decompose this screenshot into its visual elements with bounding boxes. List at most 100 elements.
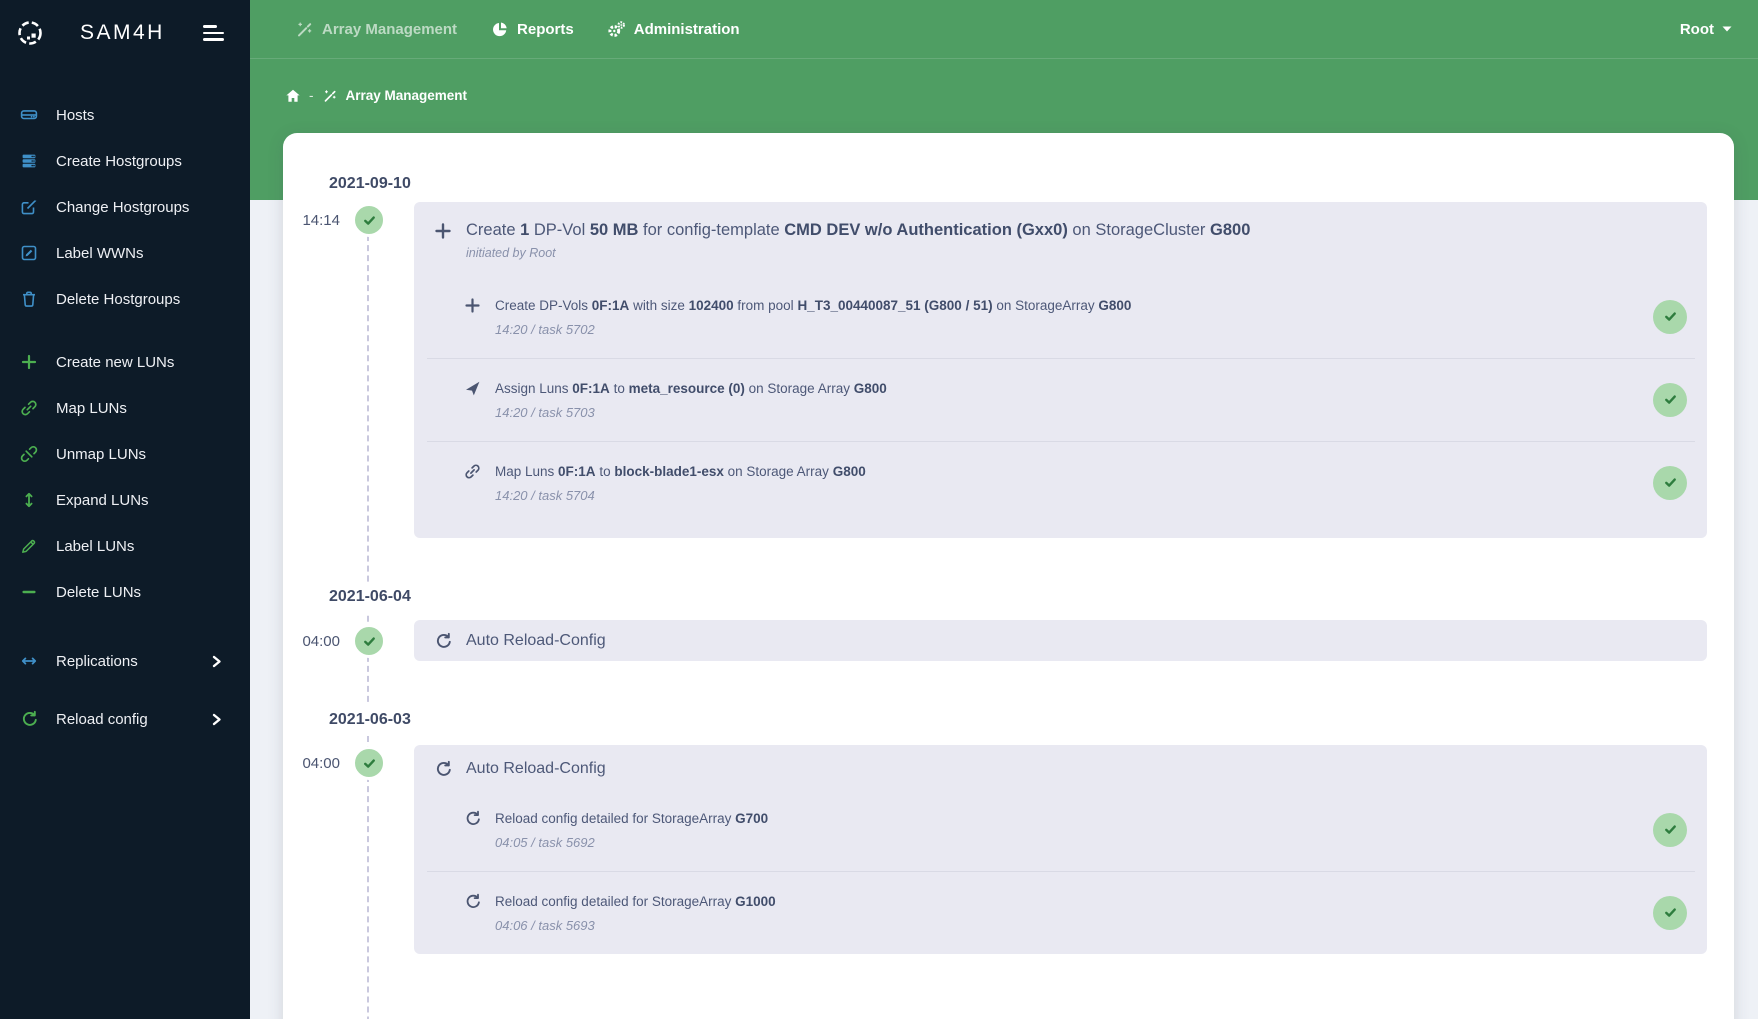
sidebar-item-label: Expand LUNs bbox=[56, 491, 149, 509]
plus-icon bbox=[464, 297, 481, 314]
content-panel: 2021-09-10 14:14 Create 1 DP-Vol 50 MB f… bbox=[283, 133, 1734, 1019]
sidebar-item-label: Delete LUNs bbox=[56, 583, 142, 601]
sidebar-item-label: Unmap LUNs bbox=[56, 445, 147, 463]
sidebar-item-change-hostgroups[interactable]: Change Hostgroups bbox=[0, 184, 250, 230]
arrows-vertical-icon bbox=[20, 491, 38, 509]
caret-down-icon bbox=[1722, 26, 1732, 32]
sidebar-item-delete-hostgroups[interactable]: Delete Hostgroups bbox=[0, 276, 250, 322]
success-check-badge bbox=[1653, 812, 1687, 847]
plus-icon bbox=[20, 353, 38, 371]
user-name: Root bbox=[1679, 20, 1714, 38]
sidebar-item-label: Change Hostgroups bbox=[56, 198, 190, 216]
success-check-badge bbox=[352, 624, 386, 658]
event-card: Auto Reload-Config bbox=[414, 620, 1707, 661]
task-text: Create DP-Vols 0F:1A with size 102400 fr… bbox=[495, 298, 1132, 313]
rotate-right-icon bbox=[434, 760, 452, 778]
task-meta: 14:20 / task 5704 bbox=[495, 488, 595, 503]
event-card-header: Create 1 DP-Vol 50 MB for config-templat… bbox=[414, 202, 1707, 275]
pie-chart-icon bbox=[491, 21, 508, 38]
breadcrumb-page-label[interactable]: Array Management bbox=[346, 88, 468, 103]
task-meta: 04:05 / task 5692 bbox=[495, 835, 595, 850]
nav-item-administration[interactable]: Administration bbox=[608, 21, 740, 38]
sidebar-item-unmap-luns[interactable]: Unmap LUNs bbox=[0, 431, 250, 477]
nav-item-reports[interactable]: Reports bbox=[491, 21, 574, 38]
minus-icon bbox=[20, 583, 38, 601]
sidebar-header: SAM4H bbox=[0, 0, 250, 66]
sidebar-item-label-wwns[interactable]: Label WWNs bbox=[0, 230, 250, 276]
gears-icon bbox=[608, 20, 625, 38]
task-row: Map Luns 0F:1A to block-blade1-esx on St… bbox=[414, 441, 1707, 524]
nav-item-label: Administration bbox=[633, 20, 740, 38]
main-area: Array Management Reports Administration … bbox=[250, 0, 1758, 1019]
timeline-event: 14:14 Create 1 DP-Vol 50 MB for config-t… bbox=[283, 202, 1734, 538]
pen-square-icon bbox=[20, 244, 38, 262]
success-check-badge bbox=[1653, 465, 1687, 500]
magic-wand-icon bbox=[323, 89, 337, 103]
rotate-right-icon bbox=[434, 632, 452, 650]
sidebar-item-expand-luns[interactable]: Expand LUNs bbox=[0, 477, 250, 523]
user-menu[interactable]: Root bbox=[1672, 20, 1732, 48]
event-title: Create 1 DP-Vol 50 MB for config-templat… bbox=[466, 221, 1251, 239]
success-check-badge bbox=[1653, 382, 1687, 417]
timeline-date: 2021-09-10 bbox=[329, 169, 421, 199]
edit-square-icon bbox=[20, 198, 38, 216]
task-text: Assign Luns 0F:1A to meta_resource (0) o… bbox=[495, 381, 887, 396]
server-stack-icon bbox=[20, 152, 38, 170]
sidebar-item-label: Label WWNs bbox=[56, 244, 144, 262]
arrows-horizontal-icon bbox=[20, 652, 38, 670]
sidebar-item-label: Label LUNs bbox=[56, 537, 135, 555]
breadcrumb: - Array Management bbox=[286, 88, 467, 103]
event-time: 14:14 bbox=[302, 211, 340, 229]
pencil-icon bbox=[20, 537, 38, 555]
event-card: Create 1 DP-Vol 50 MB for config-templat… bbox=[414, 202, 1707, 538]
task-row: Create DP-Vols 0F:1A with size 102400 fr… bbox=[414, 275, 1707, 358]
nav-item-label: Array Management bbox=[322, 20, 458, 38]
sidebar-item-reload-config[interactable]: Reload config bbox=[0, 690, 250, 748]
event-card-header: Auto Reload-Config bbox=[414, 745, 1707, 788]
link-icon bbox=[20, 399, 38, 417]
brand-name: SAM4H bbox=[80, 21, 165, 44]
success-check-badge bbox=[352, 203, 386, 237]
success-check-badge bbox=[352, 746, 386, 780]
task-text: Reload config detailed for StorageArray … bbox=[495, 894, 776, 909]
timeline-event: 04:00 Auto Reload-Config bbox=[283, 620, 1734, 661]
sidebar-item-create-new-luns[interactable]: Create new LUNs bbox=[0, 339, 250, 385]
sidebar-toggle-button[interactable] bbox=[203, 21, 224, 45]
link-broken-icon bbox=[20, 445, 38, 463]
magic-wand-icon bbox=[296, 21, 313, 38]
sidebar-item-hosts[interactable]: Hosts bbox=[0, 92, 250, 138]
sidebar-item-delete-luns[interactable]: Delete LUNs bbox=[0, 569, 250, 615]
app-logo-icon bbox=[16, 19, 44, 47]
home-icon[interactable] bbox=[286, 89, 300, 103]
sidebar-item-label: Replications bbox=[56, 652, 138, 670]
event-subtitle: initiated by Root bbox=[466, 246, 556, 260]
sidebar-item-label: Delete Hostgroups bbox=[56, 290, 181, 308]
event-time: 04:00 bbox=[302, 632, 340, 650]
task-meta: 14:20 / task 5702 bbox=[495, 322, 595, 337]
task-row: Reload config detailed for StorageArray … bbox=[414, 788, 1707, 871]
hamburger-icon bbox=[203, 25, 217, 28]
sidebar-nav: Hosts Create Hostgroups Change Hostgroup… bbox=[0, 66, 250, 748]
success-check-badge bbox=[1653, 895, 1687, 930]
app-window: SAM4H Hosts Create Hostgroups Change Hos… bbox=[0, 0, 1758, 1019]
sidebar-section-divider bbox=[0, 615, 250, 632]
sidebar-item-label-luns[interactable]: Label LUNs bbox=[0, 523, 250, 569]
plus-icon bbox=[434, 222, 452, 240]
nav-item-array-management[interactable]: Array Management bbox=[296, 21, 457, 38]
hard-drive-icon bbox=[20, 106, 38, 124]
rotate-right-icon bbox=[464, 810, 481, 827]
task-meta: 04:06 / task 5693 bbox=[495, 918, 595, 933]
timeline-date: 2021-06-03 bbox=[329, 705, 421, 735]
chevron-right-icon bbox=[211, 713, 222, 726]
link-icon bbox=[464, 463, 481, 480]
trash-icon bbox=[20, 290, 38, 308]
sidebar-item-create-hostgroups[interactable]: Create Hostgroups bbox=[0, 138, 250, 184]
chevron-right-icon bbox=[211, 655, 222, 668]
sidebar-item-replications[interactable]: Replications bbox=[0, 632, 250, 690]
nav-item-label: Reports bbox=[517, 20, 574, 38]
event-time: 04:00 bbox=[302, 754, 340, 772]
sidebar-item-map-luns[interactable]: Map LUNs bbox=[0, 385, 250, 431]
rotate-right-icon bbox=[20, 710, 38, 728]
task-row: Assign Luns 0F:1A to meta_resource (0) o… bbox=[414, 358, 1707, 441]
sidebar-item-label: Create Hostgroups bbox=[56, 152, 182, 170]
